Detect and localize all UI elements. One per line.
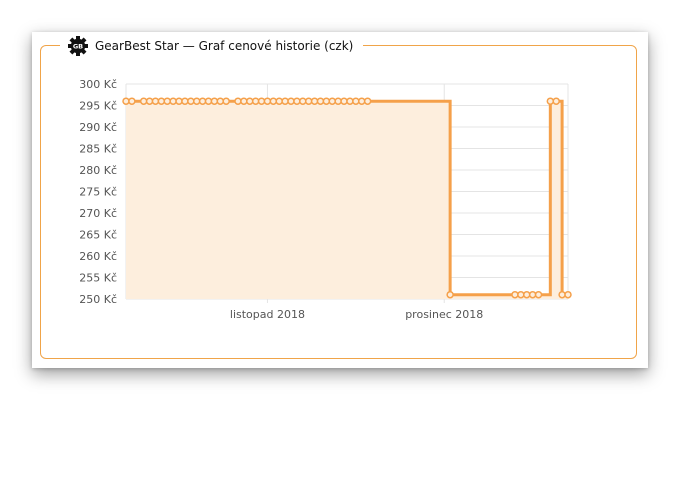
data-point: [246, 97, 254, 105]
data-point: [216, 97, 225, 105]
data-point: [204, 97, 213, 105]
data-point: [181, 97, 189, 105]
data-point: [511, 290, 519, 299]
data-point: [534, 290, 543, 299]
data-point: [346, 97, 354, 105]
data-point: [240, 97, 248, 105]
price-history-card: 300 Kč 295 Kč 290 Kč 285 Kč 280 Kč 275 Kč 270 …: [32, 32, 648, 368]
data-point: [192, 97, 201, 105]
data-point: [546, 97, 555, 105]
data-point: [157, 97, 166, 105]
data-point: [128, 97, 136, 105]
data-point: [322, 97, 331, 105]
data-point: [287, 97, 295, 105]
data-point: [552, 97, 560, 105]
logo-text: GB: [73, 42, 83, 50]
gear-icon: GB: [68, 36, 88, 56]
data-point: [263, 97, 272, 105]
chart-legend[interactable]: GB GearBest Star — Graf cenové historie …: [60, 35, 364, 57]
y-tick-label: 265 Kč: [79, 229, 117, 242]
x-tick-label: prosinec 2018: [405, 308, 483, 321]
data-point: [145, 97, 154, 105]
y-tick-label: 290 Kč: [79, 121, 117, 134]
data-point: [251, 97, 260, 105]
data-point: [163, 97, 172, 105]
data-point: [198, 97, 207, 105]
chart-title: GearBest Star — Graf cenové historie (cz…: [95, 39, 354, 53]
data-point: [352, 97, 360, 105]
data-point: [517, 290, 525, 299]
data-point: [151, 97, 160, 105]
data-point: [564, 290, 572, 299]
data-point: [357, 97, 366, 105]
data-point: [310, 97, 319, 105]
data-point: [281, 97, 289, 105]
data-point: [558, 290, 566, 299]
data-point: [304, 97, 313, 105]
y-tick-label: 285 Kč: [79, 143, 117, 156]
data-point: [528, 290, 537, 299]
data-point: [446, 290, 454, 299]
series-area: [126, 101, 568, 299]
data-point: [222, 97, 230, 105]
data-point: [299, 97, 307, 105]
y-tick-label: 260 Kč: [79, 250, 117, 263]
y-tick-label: 270 Kč: [79, 207, 117, 220]
data-point: [316, 97, 325, 105]
y-tick-label: 300 Kč: [79, 78, 117, 91]
data-point: [169, 97, 177, 105]
data-point: [139, 97, 148, 105]
y-tick-label: 250 Kč: [79, 293, 117, 306]
data-point: [275, 97, 283, 105]
data-point: [340, 97, 348, 105]
data-point: [210, 97, 219, 105]
data-point: [234, 97, 242, 105]
data-point: [187, 97, 195, 105]
data-point: [257, 97, 266, 105]
data-point: [334, 97, 342, 105]
x-tick-label: listopad 2018: [230, 308, 305, 321]
y-tick-label: 275 Kč: [79, 186, 117, 199]
data-point: [122, 97, 130, 105]
y-tick-label: 280 Kč: [79, 164, 117, 177]
data-point: [175, 97, 183, 105]
data-point: [293, 97, 301, 105]
data-point: [363, 97, 372, 105]
data-point: [522, 290, 531, 299]
data-point: [269, 97, 278, 105]
y-tick-label: 255 Kč: [79, 272, 117, 285]
y-tick-label: 295 Kč: [79, 100, 117, 113]
data-point: [328, 97, 337, 105]
price-history-chart: 300 Kč 295 Kč 290 Kč 285 Kč 280 Kč 275 Kč 270 …: [79, 78, 572, 321]
